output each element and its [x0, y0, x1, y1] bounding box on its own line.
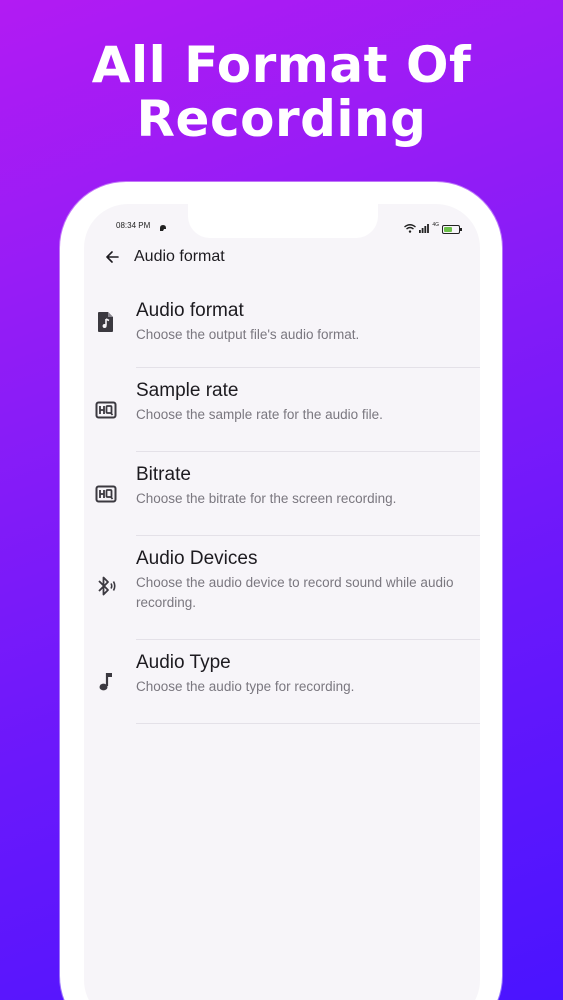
setting-audio-format[interactable]: Audio format Choose the output file's au… [84, 288, 480, 368]
promo-title-line-1: All Format Of [91, 36, 472, 94]
battery-fill [444, 226, 452, 232]
promo-title: All Format Of Recording [0, 38, 563, 146]
setting-title: Sample rate [136, 380, 239, 401]
hq-icon [94, 398, 118, 422]
signal-icon [419, 220, 430, 238]
setting-description: Choose the audio type for recording. [136, 679, 355, 694]
settings-list: Audio format Choose the output file's au… [84, 288, 480, 724]
status-time: 08:34 PM [116, 221, 151, 230]
setting-title: Bitrate [136, 464, 191, 485]
status-icons: 4G [404, 220, 462, 238]
arrow-back-icon [106, 251, 119, 263]
battery-icon [442, 224, 462, 234]
setting-title: Audio Type [136, 652, 231, 673]
status-bar: 08:34 PM 4G [84, 218, 480, 236]
setting-title: Audio Devices [136, 548, 258, 569]
hq-icon [94, 482, 118, 506]
notification-icon [158, 220, 168, 238]
phone-screen: 08:34 PM 4G Audio format Audio format Ch… [84, 204, 480, 1000]
setting-audio-type[interactable]: Audio Type Choose the audio type for rec… [84, 640, 480, 724]
setting-title: Audio format [136, 300, 244, 321]
network-label: 4G [432, 222, 439, 228]
setting-description: Choose the bitrate for the screen record… [136, 491, 397, 506]
setting-description: Choose the sample rate for the audio fil… [136, 407, 383, 422]
music-note-icon [94, 670, 118, 694]
promo-title-line-2: Recording [136, 90, 427, 148]
setting-description: Choose the output file's audio format. [136, 327, 360, 342]
wifi-icon [404, 220, 417, 238]
setting-sample-rate[interactable]: Sample rate Choose the sample rate for t… [84, 368, 480, 452]
setting-description: Choose the audio device to record sound … [136, 575, 454, 610]
setting-audio-devices[interactable]: Audio Devices Choose the audio device to… [84, 536, 480, 640]
back-button[interactable] [102, 247, 122, 267]
audio-file-icon [94, 310, 118, 334]
setting-bitrate[interactable]: Bitrate Choose the bitrate for the scree… [84, 452, 480, 536]
page-title: Audio format [134, 248, 225, 265]
bluetooth-audio-icon [94, 574, 118, 598]
app-bar: Audio format [84, 244, 480, 272]
divider [136, 723, 480, 724]
